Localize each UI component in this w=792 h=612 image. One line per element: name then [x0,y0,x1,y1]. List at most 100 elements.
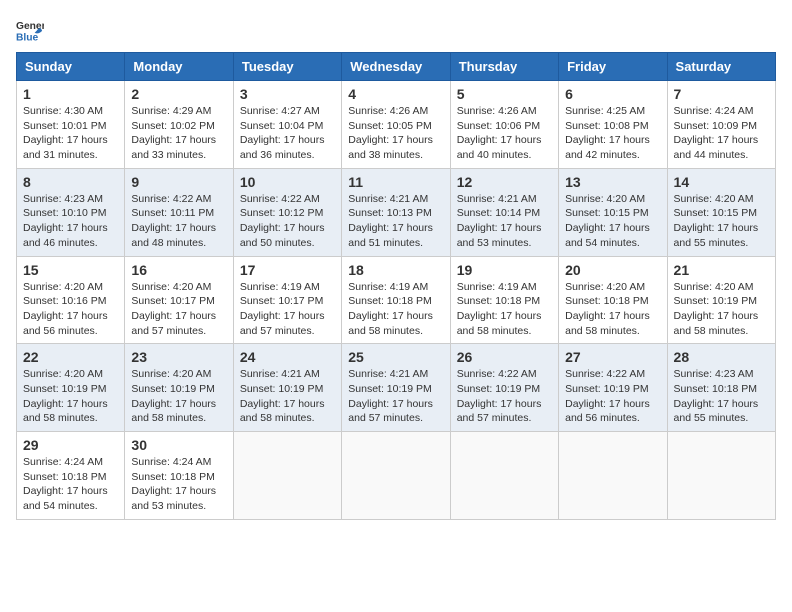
day-number: 22 [23,349,118,365]
day-cell-25: 25 Sunrise: 4:21 AMSunset: 10:19 PMDaylig… [342,344,450,432]
day-info: Sunrise: 4:23 AMSunset: 10:18 PMDaylight… [674,367,769,426]
day-info: Sunrise: 4:20 AMSunset: 10:19 PMDaylight… [131,367,226,426]
day-cell-6: 6 Sunrise: 4:25 AMSunset: 10:08 PMDayligh… [559,81,667,169]
day-cell-12: 12 Sunrise: 4:21 AMSunset: 10:14 PMDaylig… [450,168,558,256]
day-number: 17 [240,262,335,278]
day-header-friday: Friday [559,53,667,81]
day-number: 9 [131,174,226,190]
day-number: 30 [131,437,226,453]
day-info: Sunrise: 4:30 AMSunset: 10:01 PMDaylight… [23,104,118,163]
day-header-sunday: Sunday [17,53,125,81]
day-number: 10 [240,174,335,190]
day-number: 3 [240,86,335,102]
day-info: Sunrise: 4:19 AMSunset: 10:18 PMDaylight… [457,280,552,339]
day-cell-24: 24 Sunrise: 4:21 AMSunset: 10:19 PMDaylig… [233,344,341,432]
day-info: Sunrise: 4:23 AMSunset: 10:10 PMDaylight… [23,192,118,251]
empty-cell [233,432,341,520]
day-number: 2 [131,86,226,102]
day-info: Sunrise: 4:22 AMSunset: 10:11 PMDaylight… [131,192,226,251]
day-info: Sunrise: 4:20 AMSunset: 10:19 PMDaylight… [674,280,769,339]
calendar-week-1: 1 Sunrise: 4:30 AMSunset: 10:01 PMDayligh… [17,81,776,169]
day-header-tuesday: Tuesday [233,53,341,81]
day-cell-19: 19 Sunrise: 4:19 AMSunset: 10:18 PMDaylig… [450,256,558,344]
day-cell-1: 1 Sunrise: 4:30 AMSunset: 10:01 PMDayligh… [17,81,125,169]
day-info: Sunrise: 4:20 AMSunset: 10:18 PMDaylight… [565,280,660,339]
empty-cell [450,432,558,520]
day-info: Sunrise: 4:21 AMSunset: 10:13 PMDaylight… [348,192,443,251]
day-cell-22: 22 Sunrise: 4:20 AMSunset: 10:19 PMDaylig… [17,344,125,432]
day-cell-3: 3 Sunrise: 4:27 AMSunset: 10:04 PMDayligh… [233,81,341,169]
day-number: 1 [23,86,118,102]
day-cell-11: 11 Sunrise: 4:21 AMSunset: 10:13 PMDaylig… [342,168,450,256]
day-number: 24 [240,349,335,365]
day-number: 19 [457,262,552,278]
day-info: Sunrise: 4:27 AMSunset: 10:04 PMDaylight… [240,104,335,163]
day-info: Sunrise: 4:22 AMSunset: 10:12 PMDaylight… [240,192,335,251]
day-number: 21 [674,262,769,278]
calendar-week-3: 15 Sunrise: 4:20 AMSunset: 10:16 PMDaylig… [17,256,776,344]
calendar-week-2: 8 Sunrise: 4:23 AMSunset: 10:10 PMDayligh… [17,168,776,256]
day-info: Sunrise: 4:26 AMSunset: 10:06 PMDaylight… [457,104,552,163]
day-info: Sunrise: 4:25 AMSunset: 10:08 PMDaylight… [565,104,660,163]
day-header-thursday: Thursday [450,53,558,81]
day-info: Sunrise: 4:19 AMSunset: 10:18 PMDaylight… [348,280,443,339]
day-cell-10: 10 Sunrise: 4:22 AMSunset: 10:12 PMDaylig… [233,168,341,256]
day-cell-7: 7 Sunrise: 4:24 AMSunset: 10:09 PMDayligh… [667,81,775,169]
day-cell-29: 29Sunrise: 4:24 AMSunset: 10:18 PMDaylig… [17,432,125,520]
day-cell-27: 27Sunrise: 4:22 AMSunset: 10:19 PMDaylig… [559,344,667,432]
day-number: 4 [348,86,443,102]
day-cell-5: 5 Sunrise: 4:26 AMSunset: 10:06 PMDayligh… [450,81,558,169]
day-header-wednesday: Wednesday [342,53,450,81]
day-info: Sunrise: 4:19 AMSunset: 10:17 PMDaylight… [240,280,335,339]
day-cell-2: 2 Sunrise: 4:29 AMSunset: 10:02 PMDayligh… [125,81,233,169]
day-cell-23: 23Sunrise: 4:20 AMSunset: 10:19 PMDaylig… [125,344,233,432]
calendar-week-4: 22 Sunrise: 4:20 AMSunset: 10:19 PMDaylig… [17,344,776,432]
svg-text:Blue: Blue [16,32,39,43]
day-number: 20 [565,262,660,278]
day-info: Sunrise: 4:21 AMSunset: 10:14 PMDaylight… [457,192,552,251]
day-info: Sunrise: 4:26 AMSunset: 10:05 PMDaylight… [348,104,443,163]
day-cell-16: 16Sunrise: 4:20 AMSunset: 10:17 PMDaylig… [125,256,233,344]
day-info: Sunrise: 4:20 AMSunset: 10:15 PMDaylight… [674,192,769,251]
calendar-header-row: SundayMondayTuesdayWednesdayThursdayFrid… [17,53,776,81]
day-number: 13 [565,174,660,190]
day-number: 11 [348,174,443,190]
day-cell-21: 21 Sunrise: 4:20 AMSunset: 10:19 PMDaylig… [667,256,775,344]
day-number: 26 [457,349,552,365]
day-info: Sunrise: 4:20 AMSunset: 10:16 PMDaylight… [23,280,118,339]
day-number: 6 [565,86,660,102]
day-info: Sunrise: 4:22 AMSunset: 10:19 PMDaylight… [565,367,660,426]
day-info: Sunrise: 4:22 AMSunset: 10:19 PMDaylight… [457,367,552,426]
day-number: 8 [23,174,118,190]
day-number: 29 [23,437,118,453]
empty-cell [667,432,775,520]
day-info: Sunrise: 4:24 AMSunset: 10:09 PMDaylight… [674,104,769,163]
day-cell-14: 14Sunrise: 4:20 AMSunset: 10:15 PMDaylig… [667,168,775,256]
day-info: Sunrise: 4:20 AMSunset: 10:15 PMDaylight… [565,192,660,251]
day-header-monday: Monday [125,53,233,81]
day-cell-20: 20 Sunrise: 4:20 AMSunset: 10:18 PMDaylig… [559,256,667,344]
day-info: Sunrise: 4:21 AMSunset: 10:19 PMDaylight… [348,367,443,426]
day-number: 15 [23,262,118,278]
day-info: Sunrise: 4:20 AMSunset: 10:19 PMDaylight… [23,367,118,426]
day-cell-18: 18 Sunrise: 4:19 AMSunset: 10:18 PMDaylig… [342,256,450,344]
day-header-saturday: Saturday [667,53,775,81]
day-number: 18 [348,262,443,278]
day-cell-30: 30 Sunrise: 4:24 AMSunset: 10:18 PMDaylig… [125,432,233,520]
day-cell-4: 4 Sunrise: 4:26 AMSunset: 10:05 PMDayligh… [342,81,450,169]
day-info: Sunrise: 4:21 AMSunset: 10:19 PMDaylight… [240,367,335,426]
day-number: 16 [131,262,226,278]
empty-cell [559,432,667,520]
day-number: 28 [674,349,769,365]
calendar-week-5: 29 Sunrise: 4:24 AMSunset: 10:18 PMDaylig… [17,432,776,520]
day-info: Sunrise: 4:24 AMSunset: 10:18 PMDaylight… [131,455,226,514]
day-number: 5 [457,86,552,102]
logo-icon: General Blue [16,16,44,44]
day-number: 25 [348,349,443,365]
day-number: 7 [674,86,769,102]
day-cell-9: 9 Sunrise: 4:22 AMSunset: 10:11 PMDayligh… [125,168,233,256]
day-info: Sunrise: 4:29 AMSunset: 10:02 PMDaylight… [131,104,226,163]
day-number: 12 [457,174,552,190]
day-cell-17: 17 Sunrise: 4:19 AMSunset: 10:17 PMDaylig… [233,256,341,344]
logo: General Blue [16,16,44,44]
